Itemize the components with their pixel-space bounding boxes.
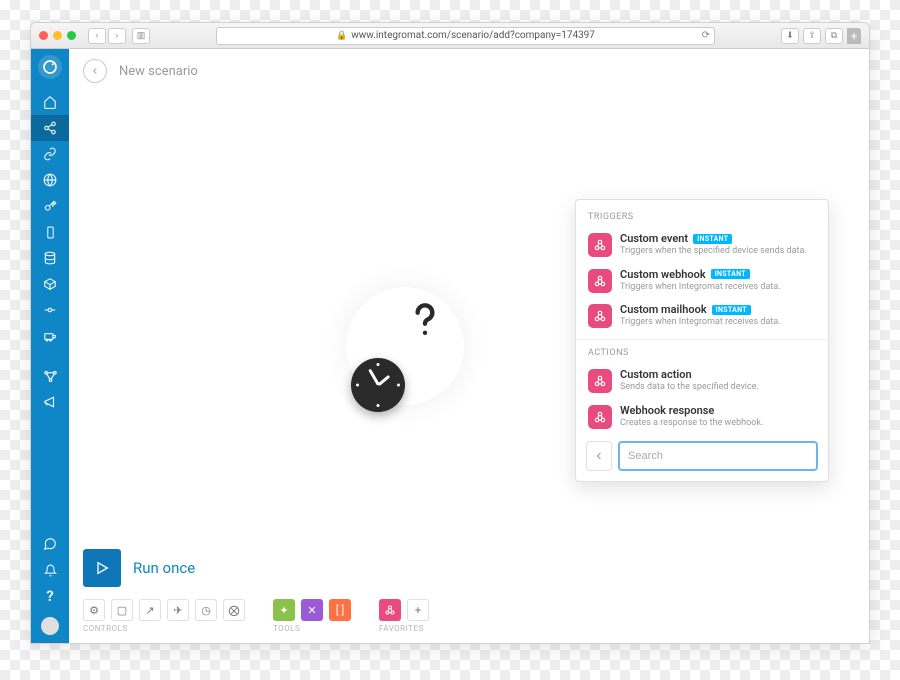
action-desc: Creates a response to the webhook. xyxy=(620,418,816,430)
action-custom-action[interactable]: Custom action Sends data to the specifie… xyxy=(576,364,828,400)
nav-forward-button[interactable]: › xyxy=(108,28,126,44)
notes-button[interactable]: ▢ xyxy=(111,599,133,621)
lock-icon: 🔒 xyxy=(336,31,347,41)
user-avatar[interactable] xyxy=(41,617,59,635)
sidebar-item-home[interactable] xyxy=(31,89,69,115)
app-logo[interactable] xyxy=(38,55,62,79)
add-favorite-button[interactable]: + xyxy=(407,599,429,621)
sidebar-item-notifications[interactable] xyxy=(31,557,69,583)
action-webhook-response[interactable]: Webhook response Creates a response to t… xyxy=(576,400,828,436)
refresh-icon[interactable]: ⟳ xyxy=(702,30,710,41)
sidebar-item-datastores[interactable] xyxy=(31,245,69,271)
sidebar-item-webhooks[interactable] xyxy=(31,167,69,193)
favorites-group: + FAVORITES xyxy=(379,599,429,633)
instant-badge: INSTANT xyxy=(711,269,750,279)
back-button[interactable] xyxy=(83,59,107,83)
run-once-label: Run once xyxy=(133,559,195,577)
browser-window: ‹ › ▥ 🔒 www.integromat.com/scenario/add?… xyxy=(30,22,870,644)
app-shell: ? New scenario xyxy=(31,49,869,643)
address-url: www.integromat.com/scenario/add?company=… xyxy=(351,30,595,41)
tabs-button[interactable]: ⧉ xyxy=(825,28,843,44)
sidebar: ? xyxy=(31,49,69,643)
triggers-heading: TRIGGERS xyxy=(576,208,828,228)
search-back-button[interactable] xyxy=(586,441,612,471)
action-title: Webhook response xyxy=(620,404,714,417)
tool-orange-button[interactable]: [ ] xyxy=(329,599,351,621)
instant-badge: INSTANT xyxy=(712,305,751,315)
action-desc: Sends data to the specified device. xyxy=(620,382,816,394)
trigger-title: Custom webhook xyxy=(620,268,706,281)
trigger-desc: Triggers when Integromat receives data. xyxy=(620,282,816,294)
sidebar-item-templates[interactable] xyxy=(31,271,69,297)
trigger-custom-event[interactable]: Custom event INSTANT Triggers when the sp… xyxy=(576,228,828,264)
tools-label: TOOLS xyxy=(273,624,351,633)
sidebar-item-flow[interactable] xyxy=(31,363,69,389)
tool-green-button[interactable]: ✦ xyxy=(273,599,295,621)
module-picker-panel: TRIGGERS Custom event INSTANT Triggers wh… xyxy=(575,199,829,482)
settings-button[interactable]: ⚙ xyxy=(83,599,105,621)
new-tab-button[interactable]: + xyxy=(847,28,861,44)
actions-heading: ACTIONS xyxy=(576,344,828,364)
panel-divider xyxy=(576,339,828,340)
sidebar-item-misc1[interactable] xyxy=(31,297,69,323)
sidebar-item-misc2[interactable] xyxy=(31,323,69,349)
webhook-icon xyxy=(588,405,612,429)
trigger-custom-webhook[interactable]: Custom webhook INSTANT Triggers when Inte… xyxy=(576,264,828,300)
sidebar-toggle-button[interactable]: ▥ xyxy=(132,28,150,44)
sidebar-item-help[interactable]: ? xyxy=(31,583,69,609)
download-button[interactable]: ⬇ xyxy=(781,28,799,44)
clock-icon[interactable] xyxy=(351,358,405,412)
main-area: New scenario xyxy=(69,49,869,643)
nav-back-button[interactable]: ‹ xyxy=(88,28,106,44)
share-button[interactable]: ⇪ xyxy=(803,28,821,44)
sidebar-item-announce[interactable] xyxy=(31,389,69,415)
action-title: Custom action xyxy=(620,368,692,381)
trigger-title: Custom mailhook xyxy=(620,303,707,316)
trigger-title: Custom event xyxy=(620,232,688,245)
favorite-webhook-button[interactable] xyxy=(379,599,401,621)
close-window-icon[interactable] xyxy=(39,31,48,40)
search-input[interactable] xyxy=(618,441,818,471)
window-controls xyxy=(39,31,76,40)
schedule-button[interactable]: ◷ xyxy=(195,599,217,621)
webhook-icon xyxy=(588,269,612,293)
canvas-placeholder xyxy=(345,286,465,406)
sidebar-item-connections[interactable] xyxy=(31,141,69,167)
autoalign-button[interactable]: ↗ xyxy=(139,599,161,621)
page-title: New scenario xyxy=(119,64,198,79)
address-bar[interactable]: 🔒 www.integromat.com/scenario/add?compan… xyxy=(216,27,715,45)
tools-group: ✦ ✕ [ ] TOOLS xyxy=(273,599,351,633)
webhook-icon xyxy=(588,233,612,257)
exit-button[interactable]: ⨂ xyxy=(223,599,245,621)
topbar: New scenario xyxy=(69,49,869,93)
trigger-desc: Triggers when Integromat receives data. xyxy=(620,317,816,329)
sidebar-item-chat[interactable] xyxy=(31,531,69,557)
run-once-button[interactable] xyxy=(83,549,121,587)
controls-group: ⚙ ▢ ↗ ✈ ◷ ⨂ CONTROLS xyxy=(83,599,245,633)
sidebar-item-keys[interactable] xyxy=(31,193,69,219)
browser-chrome: ‹ › ▥ 🔒 www.integromat.com/scenario/add?… xyxy=(31,23,869,49)
webhook-icon xyxy=(588,369,612,393)
explain-flow-button[interactable]: ✈ xyxy=(167,599,189,621)
question-mark-icon xyxy=(403,298,447,346)
trigger-custom-mailhook[interactable]: Custom mailhook INSTANT Triggers when Int… xyxy=(576,299,828,335)
tool-purple-button[interactable]: ✕ xyxy=(301,599,323,621)
minimize-window-icon[interactable] xyxy=(53,31,62,40)
sidebar-item-devices[interactable] xyxy=(31,219,69,245)
trigger-desc: Triggers when the specified device sends… xyxy=(620,246,816,258)
webhook-icon xyxy=(588,304,612,328)
bottom-bar: Run once ⚙ ▢ ↗ ✈ ◷ ⨂ CONTROLS xyxy=(69,539,869,643)
instant-badge: INSTANT xyxy=(693,234,732,244)
maximize-window-icon[interactable] xyxy=(67,31,76,40)
sidebar-item-scenarios[interactable] xyxy=(31,115,69,141)
controls-label: CONTROLS xyxy=(83,624,245,633)
favorites-label: FAVORITES xyxy=(379,624,429,633)
